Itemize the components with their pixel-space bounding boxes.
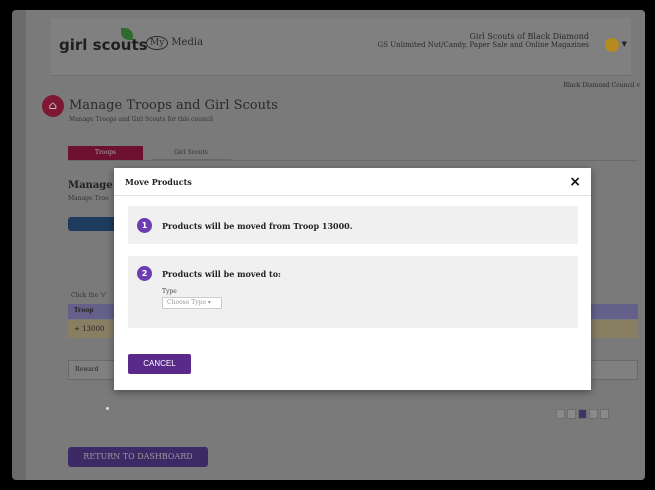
move-products-modal: Move Products × 1 Products will be moved… (114, 168, 591, 390)
page-button[interactable] (578, 409, 587, 419)
mymedia-circle: My (146, 36, 169, 50)
page-subtitle: Manage Troops and Girl Scouts for this c… (69, 116, 214, 123)
council-info: Girl Scouts of Black Diamond GS Unlimite… (378, 32, 589, 50)
chevron-down-icon[interactable]: ▼ (622, 40, 627, 48)
avatar[interactable] (605, 38, 619, 52)
step-move-from: 1 Products will be moved from Troop 1300… (128, 206, 578, 244)
page-button[interactable] (567, 409, 576, 419)
step-move-to-text: Products will be moved to: (162, 269, 281, 279)
page-button[interactable] (600, 409, 609, 419)
step-number-badge: 1 (137, 218, 152, 233)
click-hint: Click the 'v' (71, 292, 107, 299)
mymedia-logo[interactable]: My Media (146, 36, 203, 50)
return-to-dashboard-button[interactable]: RETURN TO DASHBOARD (68, 447, 208, 467)
step-move-from-text: Products will be moved from Troop 13000. (162, 221, 353, 231)
browser-frame: girl scouts My Media Girl Scouts of Black… (12, 10, 645, 480)
reward-label: Reward (75, 366, 99, 373)
page-button[interactable] (556, 409, 565, 419)
pagination-bottom (556, 409, 609, 419)
cursor-dot (106, 407, 109, 410)
section-subtitle: Manage Troo (68, 195, 109, 202)
type-select[interactable]: Choose Type ▾ (162, 297, 222, 309)
council-name: Girl Scouts of Black Diamond (469, 32, 589, 41)
girl-scouts-logo[interactable]: girl scouts (59, 36, 148, 54)
modal-title: Move Products (125, 177, 192, 187)
mymedia-text: Media (171, 37, 204, 48)
column-header-troop: Troop (74, 307, 94, 314)
council-programs: GS Unlimited Nut/Candy, Paper Sale and O… (377, 41, 589, 49)
tab-girl-scouts[interactable]: Girl Scouts (151, 146, 231, 160)
council-selector[interactable]: Black Diamond Council v (564, 82, 640, 89)
tab-divider (68, 160, 638, 161)
step-number-badge: 2 (137, 266, 152, 281)
site-header: girl scouts My Media Girl Scouts of Black… (51, 18, 631, 76)
cancel-button[interactable]: CANCEL (128, 354, 191, 374)
home-icon[interactable]: ⌂ (42, 95, 64, 117)
tab-troops[interactable]: Troops (68, 146, 143, 160)
page-button[interactable] (589, 409, 598, 419)
page-title: Manage Troops and Girl Scouts (69, 98, 278, 113)
troop-cell: + 13000 (74, 325, 105, 333)
modal-header: Move Products × (114, 168, 591, 196)
close-icon[interactable]: × (569, 174, 581, 190)
step-move-to: 2 Products will be moved to: Type Choose… (128, 256, 578, 328)
type-label: Type (162, 288, 177, 295)
